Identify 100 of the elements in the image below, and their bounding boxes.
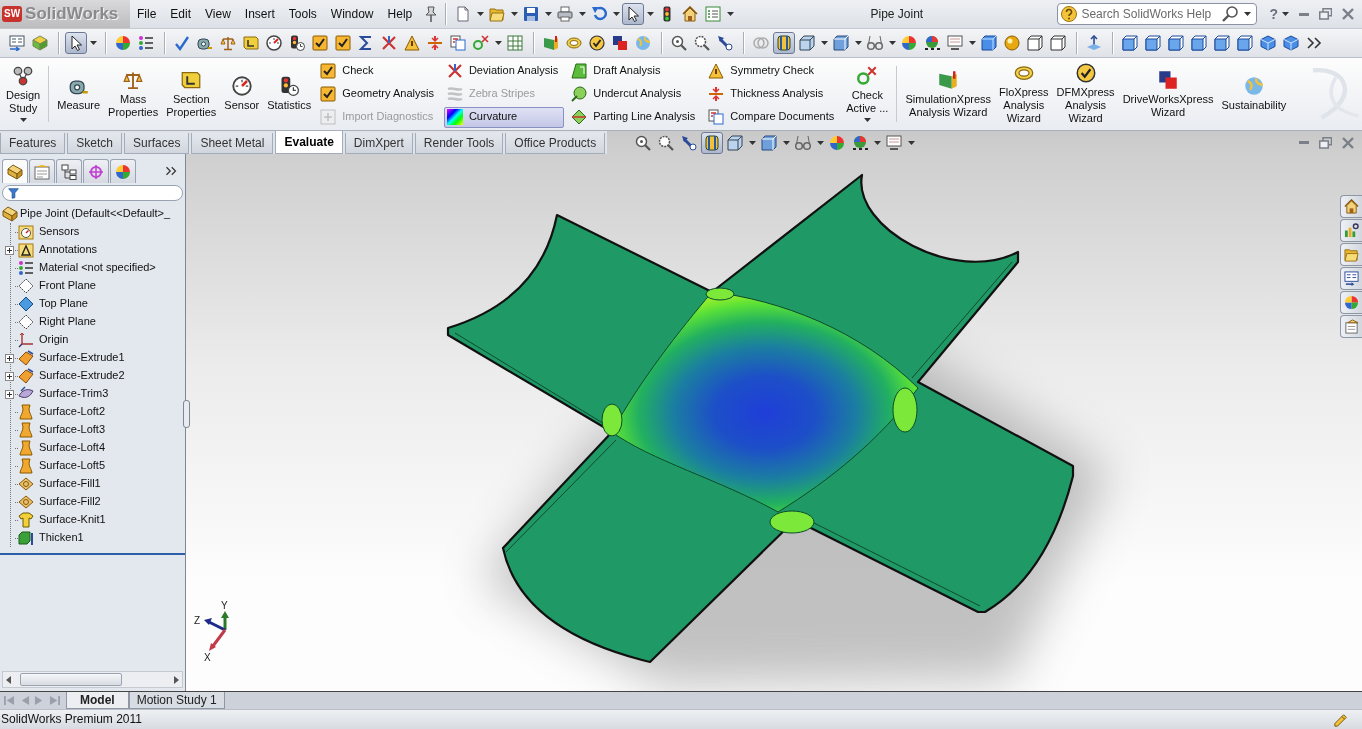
ribbon-button[interactable]: Parting Line Analysis (568, 106, 702, 128)
menu-item[interactable]: Help (380, 4, 420, 24)
tree-item[interactable]: Surface-Fill1 (39, 477, 101, 491)
menu-item[interactable]: Insert (237, 4, 282, 24)
scrollbar[interactable] (2, 671, 183, 688)
ribbon-button[interactable]: Compare Documents (705, 106, 841, 128)
right-arrow-icon[interactable] (174, 675, 179, 684)
tree-item[interactable]: Annotations (39, 243, 98, 257)
restore-icon[interactable] (1319, 8, 1332, 20)
panel-tab[interactable] (29, 159, 55, 183)
ribbon-button[interactable]: Measure (53, 58, 105, 130)
tab[interactable]: Sheet Metal (191, 133, 274, 154)
search-field[interactable]: Search SolidWorks Help (1057, 3, 1258, 25)
task-pane-tab[interactable] (1340, 267, 1362, 290)
tree-item[interactable]: Pipe Joint (Default<<Default>_ (20, 207, 171, 221)
menu-item[interactable]: Tools (281, 4, 324, 24)
caret-icon[interactable] (579, 12, 587, 16)
tab[interactable]: Motion Study 1 (128, 692, 225, 709)
splitter-handle[interactable] (183, 400, 190, 428)
ribbon-button[interactable]: Thickness Analysis (705, 83, 841, 105)
task-pane-tab[interactable] (1340, 315, 1362, 338)
tab[interactable]: Sketch (67, 133, 123, 154)
ribbon-button[interactable]: Sensor (220, 58, 264, 130)
help-button[interactable]: ? (1267, 5, 1280, 23)
restore-icon[interactable] (1319, 136, 1332, 149)
ribbon-button[interactable]: Undercut Analysis (568, 83, 702, 105)
scrollbar-thumb[interactable] (20, 673, 122, 686)
expand-icon[interactable] (5, 371, 14, 381)
toolbar-button[interactable] (1188, 32, 1210, 54)
ribbon-button[interactable]: FloXpress Analysis Wizard (995, 58, 1053, 130)
caret-icon[interactable] (495, 41, 502, 45)
tab[interactable]: Office Products (505, 133, 606, 154)
caret-icon[interactable] (748, 140, 756, 145)
menu-item[interactable]: Window (323, 4, 381, 24)
expand-icon[interactable] (5, 245, 14, 255)
tree-item[interactable]: Surface-Loft5 (39, 459, 106, 473)
tree-item[interactable]: Surface-Extrude2 (39, 369, 125, 383)
expand-icon[interactable] (5, 389, 14, 399)
toolbar-button[interactable] (622, 3, 645, 25)
tree-item[interactable]: Surface-Trim3 (39, 387, 109, 401)
ribbon-button[interactable]: Check (317, 60, 440, 82)
toolbar-button[interactable] (1234, 32, 1256, 54)
caret-icon[interactable] (907, 140, 915, 145)
tree-item[interactable]: Surface-Loft4 (39, 441, 106, 455)
menu-item[interactable]: File (130, 4, 164, 24)
close-icon[interactable] (1342, 8, 1354, 20)
caret-icon[interactable] (647, 12, 655, 16)
caret-icon[interactable] (889, 41, 896, 45)
toolbar-button[interactable] (796, 32, 818, 54)
panel-tab[interactable] (83, 159, 109, 183)
caret-icon[interactable] (821, 41, 828, 45)
tree-item[interactable]: Surface-Loft2 (39, 405, 106, 419)
ribbon-button[interactable]: Check Active ... (842, 58, 893, 130)
ribbon-button[interactable]: SimulationXpress Analysis Wizard (901, 58, 996, 130)
tree-item[interactable]: Surface-Loft3 (39, 423, 106, 437)
tab[interactable]: Render Tools (414, 133, 504, 154)
tree-item[interactable]: Sensors (39, 225, 80, 239)
pencil-icon[interactable] (1334, 712, 1348, 727)
tree-item[interactable]: Surface-Fill2 (39, 495, 101, 509)
caret-icon[interactable] (816, 140, 824, 145)
caret-icon[interactable] (19, 118, 27, 122)
caret-icon[interactable] (511, 12, 519, 16)
toolbar-button[interactable] (65, 32, 87, 54)
double-chevron-icon[interactable] (165, 165, 177, 177)
tree-item[interactable]: Front Plane (39, 279, 96, 293)
ribbon-button[interactable]: Sustainability (1217, 58, 1291, 130)
toolbar-button[interactable] (1165, 32, 1187, 54)
ribbon-button[interactable]: Statistics (263, 58, 316, 130)
ribbon-button[interactable]: Curvature (443, 106, 565, 128)
tree-item[interactable]: Origin (39, 333, 69, 347)
minimize-icon[interactable] (1299, 12, 1309, 16)
ribbon-button[interactable]: Symmetry Check (705, 60, 841, 82)
toolbar-button[interactable] (309, 32, 331, 54)
left-arrow-icon[interactable] (6, 675, 11, 684)
tab[interactable]: Model (66, 692, 129, 709)
caret-icon[interactable] (477, 12, 485, 16)
ribbon-button[interactable]: Geometry Analysis (317, 83, 440, 105)
task-pane-tab[interactable] (1340, 291, 1362, 314)
panel-tab[interactable] (56, 159, 82, 183)
caret-icon[interactable] (863, 118, 871, 122)
tree-item[interactable]: Surface-Extrude1 (39, 351, 125, 365)
toolbar-button[interactable] (586, 32, 608, 54)
caret-icon[interactable] (855, 41, 862, 45)
caret-icon[interactable] (969, 41, 976, 45)
caret-icon[interactable] (90, 41, 97, 45)
menu-item[interactable]: View (198, 4, 238, 24)
tree-item[interactable]: Surface-Knit1 (39, 513, 106, 527)
toolbar-button[interactable] (1142, 32, 1164, 54)
panel-tab[interactable] (110, 159, 136, 183)
toolbar-button[interactable] (1211, 32, 1233, 54)
task-pane-tab[interactable] (1340, 195, 1362, 218)
tree-item[interactable]: Right Plane (39, 315, 96, 329)
toolbar-button[interactable] (263, 32, 285, 54)
caret-icon[interactable] (1282, 12, 1289, 16)
ribbon-button[interactable]: Deviation Analysis (443, 60, 565, 82)
ribbon-button[interactable]: Mass Properties (104, 58, 163, 130)
tree-item[interactable]: Top Plane (39, 297, 88, 311)
ribbon-button[interactable]: Draft Analysis (568, 60, 702, 82)
caret-icon[interactable] (727, 12, 735, 16)
caret-icon[interactable] (873, 140, 881, 145)
